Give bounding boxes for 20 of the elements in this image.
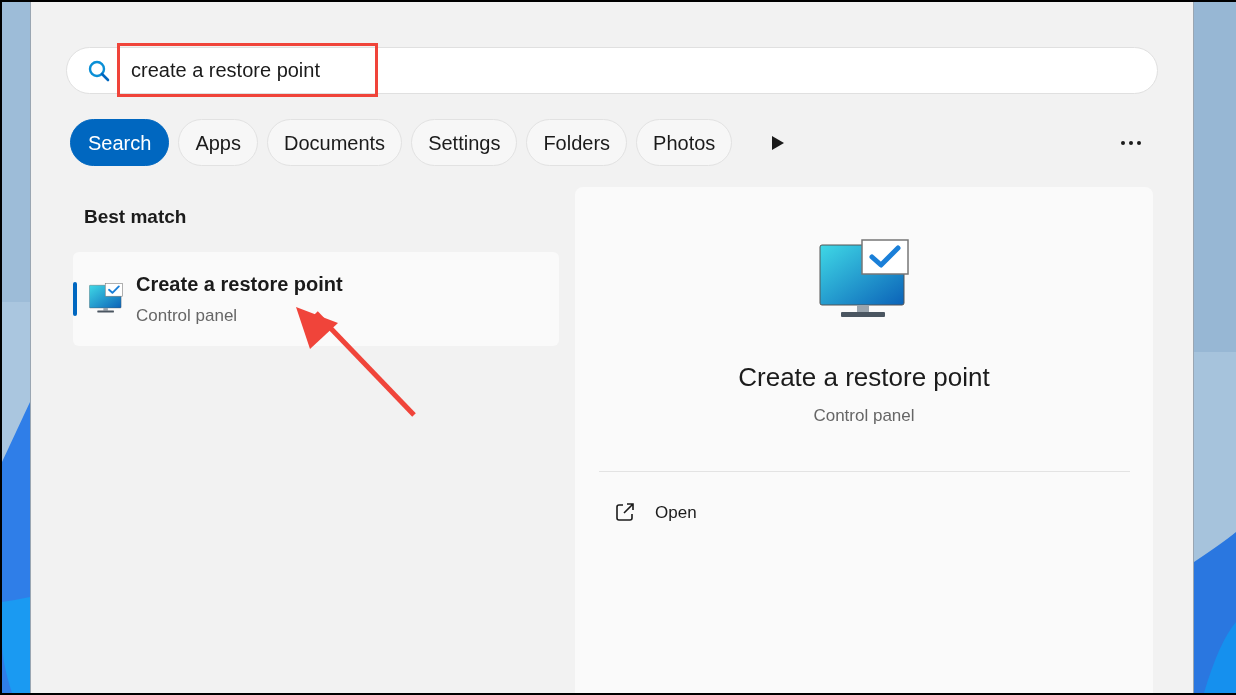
- filter-tab[interactable]: Search: [70, 119, 170, 166]
- result-subtitle: Control panel: [136, 304, 239, 327]
- play-icon[interactable]: [771, 134, 786, 151]
- result-title: Create a restore point: [136, 271, 343, 297]
- filter-tab[interactable]: Documents: [266, 119, 403, 166]
- preview-title: Create a restore point: [738, 361, 990, 394]
- monitor-check-icon: [89, 283, 123, 314]
- search-field[interactable]: create a restore point: [66, 47, 1158, 94]
- monitor-check-icon: [819, 239, 909, 320]
- filter-tab[interactable]: Apps: [178, 119, 258, 166]
- more-options-icon[interactable]: [1120, 139, 1142, 146]
- section-heading: Best match: [84, 205, 188, 229]
- search-icon: [88, 60, 110, 82]
- filter-tab[interactable]: Folders: [526, 119, 628, 166]
- filter-tab[interactable]: Settings: [411, 119, 518, 166]
- external-link-icon: [615, 502, 635, 523]
- preview-subtitle: Control panel: [813, 405, 915, 427]
- open-action[interactable]: Open: [615, 499, 1153, 525]
- result-item[interactable]: Create a restore point Control panel: [73, 251, 559, 346]
- filter-tab[interactable]: Photos: [636, 119, 733, 166]
